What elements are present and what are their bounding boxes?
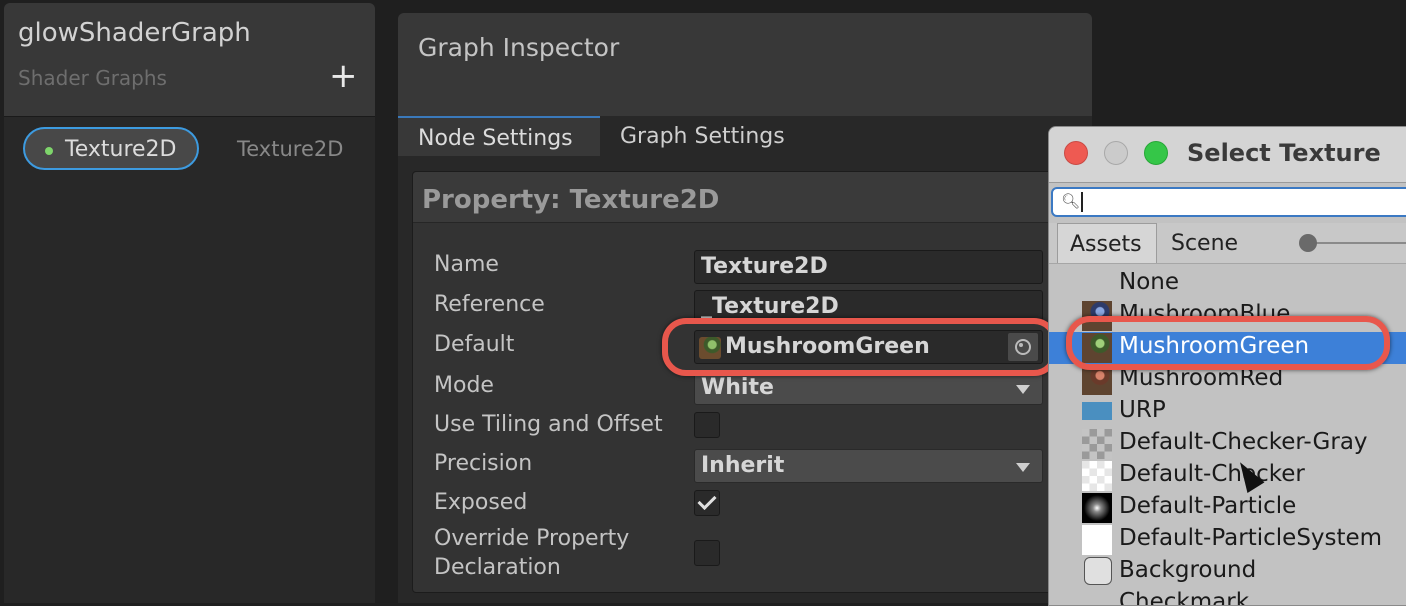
inspector-header: Graph Inspector bbox=[398, 13, 1092, 116]
chevron-down-icon bbox=[1016, 385, 1030, 394]
exposed-checkbox[interactable] bbox=[694, 490, 720, 516]
tab-assets[interactable]: Assets bbox=[1057, 223, 1157, 263]
precision-dropdown[interactable]: Inherit bbox=[694, 449, 1043, 483]
picker-tabs: Assets Scene bbox=[1049, 223, 1406, 264]
checker-thumb-icon bbox=[1082, 461, 1112, 491]
texture-item-checkmark[interactable]: Checkmark bbox=[1049, 588, 1406, 606]
minimize-window-button[interactable] bbox=[1104, 141, 1128, 165]
tiling-label: Use Tiling and Offset bbox=[434, 412, 663, 437]
name-label: Name bbox=[434, 252, 499, 277]
texture-item-label: Default-Particle bbox=[1119, 493, 1297, 519]
blackboard-header: glowShaderGraph Shader Graphs + bbox=[4, 3, 375, 117]
exposed-label: Exposed bbox=[434, 490, 528, 515]
texture-item-label: Background bbox=[1119, 557, 1257, 583]
texture-search-input[interactable]: 🔍︎ bbox=[1051, 187, 1406, 217]
property-type-label: Texture2D bbox=[237, 137, 344, 161]
texture-item-label: Default-Checker bbox=[1119, 461, 1305, 487]
graph-inspector-panel: Graph Inspector Node Settings Graph Sett… bbox=[398, 13, 1094, 603]
exposed-dot-icon bbox=[45, 147, 53, 155]
mode-dropdown[interactable]: White bbox=[694, 371, 1043, 405]
particle-thumb-icon bbox=[1082, 493, 1112, 523]
texture-item-particle-system[interactable]: Default-ParticleSystem bbox=[1049, 524, 1406, 556]
highlight-callout-default bbox=[662, 318, 1058, 376]
highlight-callout-list-item bbox=[1066, 316, 1390, 370]
texture-item-checker[interactable]: Default-Checker bbox=[1049, 460, 1406, 492]
reference-label: Reference bbox=[434, 292, 545, 317]
chevron-down-icon bbox=[1016, 463, 1030, 472]
checkmark-icon bbox=[697, 490, 717, 511]
search-icon: 🔍︎ bbox=[1061, 192, 1081, 210]
default-label: Default bbox=[434, 332, 515, 357]
precision-dropdown-value: Inherit bbox=[701, 453, 785, 478]
texture-item-urp[interactable]: URP bbox=[1049, 396, 1406, 428]
window-title: Select Texture bbox=[1187, 139, 1381, 167]
texture-item-label: URP bbox=[1119, 397, 1166, 423]
property-header[interactable]: Property: Texture2D bbox=[413, 172, 1093, 223]
maximize-window-button[interactable] bbox=[1144, 141, 1168, 165]
texture-item-background[interactable]: Background bbox=[1049, 556, 1406, 588]
tab-scene[interactable]: Scene bbox=[1171, 231, 1238, 256]
precision-label: Precision bbox=[434, 451, 533, 476]
tiling-checkbox[interactable] bbox=[694, 412, 720, 438]
tab-assets-label: Assets bbox=[1070, 232, 1142, 257]
text-caret bbox=[1081, 192, 1083, 212]
particle-system-thumb-icon bbox=[1082, 525, 1112, 555]
texture-item-checker-gray[interactable]: Default-Checker-Gray bbox=[1049, 428, 1406, 460]
mode-label: Mode bbox=[434, 373, 494, 398]
texture-item-label: Default-Checker-Gray bbox=[1119, 429, 1368, 455]
blackboard-title: glowShaderGraph bbox=[18, 18, 251, 48]
texture-item-label: Checkmark bbox=[1119, 589, 1250, 606]
override-checkbox[interactable] bbox=[694, 540, 720, 566]
add-property-button[interactable]: + bbox=[329, 59, 358, 93]
close-window-button[interactable] bbox=[1064, 141, 1088, 165]
texture-item-none[interactable]: None bbox=[1049, 268, 1406, 300]
zoom-slider-thumb[interactable] bbox=[1299, 234, 1317, 252]
tab-node-settings-label: Node Settings bbox=[418, 126, 573, 151]
inspector-title: Graph Inspector bbox=[418, 33, 620, 62]
name-field-value: Texture2D bbox=[701, 254, 828, 279]
property-pill-label: Texture2D bbox=[65, 137, 177, 162]
reference-field-value: _Texture2D bbox=[701, 294, 839, 319]
property-pill[interactable]: Texture2D bbox=[23, 127, 199, 170]
texture-item-particle[interactable]: Default-Particle bbox=[1049, 492, 1406, 524]
texture-item-label: Default-ParticleSystem bbox=[1119, 525, 1383, 551]
zoom-slider-track[interactable] bbox=[1307, 242, 1406, 244]
override-label-line1: Override Property bbox=[434, 526, 630, 551]
property-title: Property: Texture2D bbox=[422, 185, 720, 215]
window-titlebar: Select Texture bbox=[1049, 127, 1406, 183]
tab-node-settings[interactable]: Node Settings bbox=[398, 116, 600, 156]
blackboard-subtitle: Shader Graphs bbox=[18, 66, 167, 90]
mode-dropdown-value: White bbox=[701, 375, 774, 400]
tab-graph-settings[interactable]: Graph Settings bbox=[620, 124, 785, 149]
checker-gray-thumb-icon bbox=[1082, 429, 1112, 459]
property-section: Property: Texture2D Name Texture2D Refer… bbox=[412, 171, 1094, 593]
name-field[interactable]: Texture2D bbox=[694, 250, 1043, 284]
background-thumb-icon bbox=[1084, 557, 1112, 585]
texture-item-label: None bbox=[1119, 269, 1180, 295]
blackboard-panel: glowShaderGraph Shader Graphs + Texture2… bbox=[4, 3, 375, 603]
urp-thumb-icon bbox=[1082, 402, 1112, 420]
override-label-line2: Declaration bbox=[434, 555, 561, 580]
